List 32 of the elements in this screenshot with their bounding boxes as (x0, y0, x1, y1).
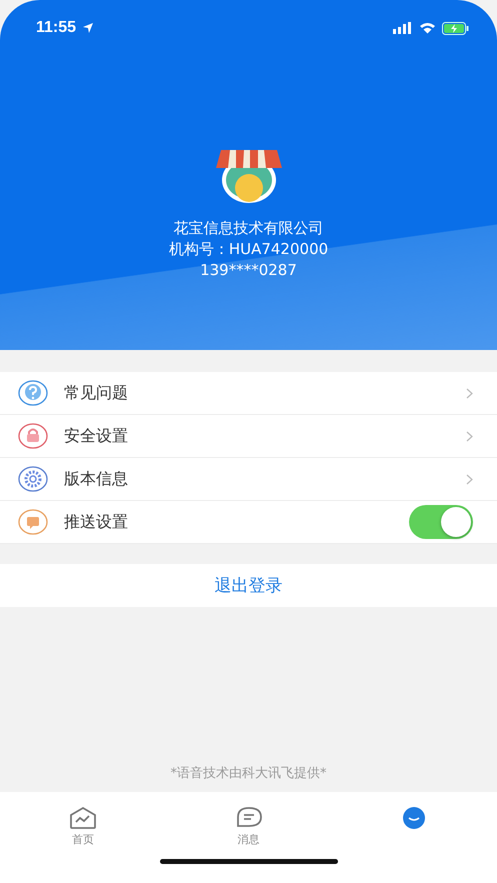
menu-label: 安全设置 (64, 426, 129, 446)
menu-label: 常见问题 (64, 382, 129, 404)
tab-label: 首页 (72, 832, 94, 847)
tab-item[interactable]: 首页 (0, 806, 166, 854)
menu-row[interactable]: 版本信息 (0, 458, 497, 501)
home-chart-icon (68, 806, 97, 830)
profile-icon (402, 806, 426, 830)
push-toggle[interactable] (409, 505, 473, 539)
menu-row[interactable]: 常见问题 (0, 372, 497, 415)
message-icon (234, 806, 262, 830)
chevron-icon (466, 388, 473, 398)
help-icon (18, 378, 48, 408)
wifi-icon (419, 22, 436, 34)
location-arrow-icon (82, 22, 94, 34)
company-name: 花宝信息技术有限公司 (174, 218, 324, 239)
message-icon (18, 507, 48, 537)
org-id: 机构号：HUA7420000 (168, 239, 328, 260)
phone-number: 139****0287 (200, 260, 297, 281)
chevron-icon (466, 474, 473, 484)
menu-row[interactable]: 安全设置 (0, 415, 497, 458)
signal-icon (393, 22, 413, 34)
gear-icon (18, 464, 48, 494)
footer-note: *语音技术由科大讯飞提供* (170, 765, 326, 783)
shop-logo-icon (216, 150, 282, 204)
lock-icon (18, 421, 48, 451)
status-time: 11:55 (36, 19, 76, 37)
tab-label: 消息 (238, 832, 260, 847)
tab-item[interactable]: 消息 (166, 806, 332, 854)
battery-icon (442, 22, 469, 34)
menu-label: 版本信息 (64, 468, 129, 490)
chevron-icon (466, 430, 473, 442)
menu-label: 推送设置 (64, 512, 129, 532)
